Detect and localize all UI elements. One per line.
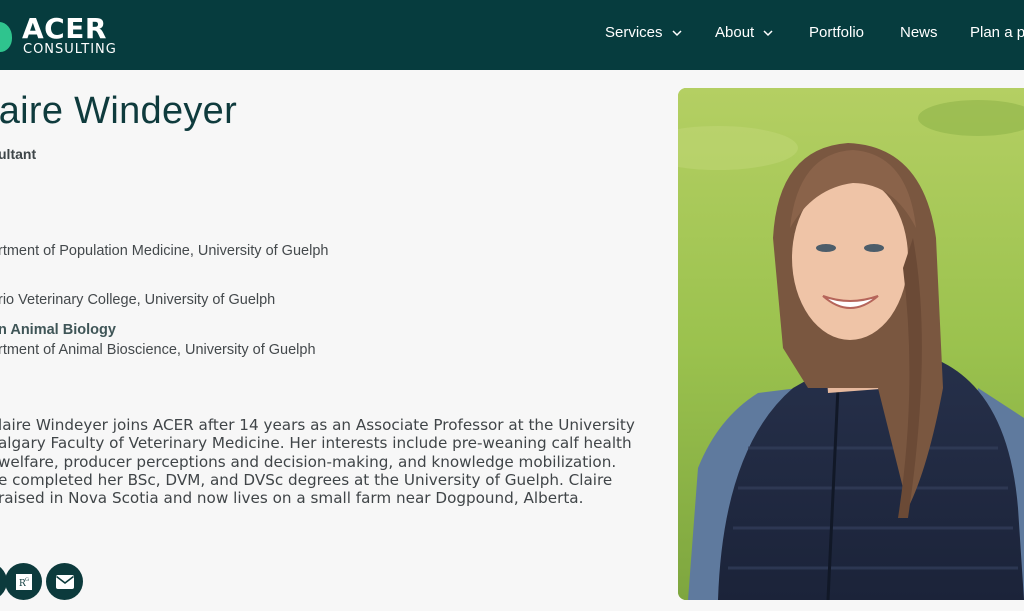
bio-line: welfare, producer perceptions and decisi…: [0, 452, 617, 471]
profile-name: laire Windeyer: [0, 90, 238, 132]
nav-item-services[interactable]: Services: [605, 24, 682, 41]
nav-item-label: News: [900, 24, 938, 41]
nav-item-about[interactable]: About: [715, 24, 773, 41]
chevron-down-icon: [672, 28, 682, 38]
nav-item-label: Plan a p: [970, 24, 1024, 41]
education-degree: n Animal Biology: [0, 322, 116, 338]
researchgate-icon[interactable]: R G: [5, 563, 42, 600]
nav-item-label: Portfolio: [809, 24, 865, 41]
site-header: ACER CONSULTING Services About Portfolio…: [0, 0, 1024, 70]
nav-item-label: About: [715, 24, 755, 41]
bio-line: raised in Nova Scotia and now lives on a…: [0, 489, 584, 508]
chevron-down-icon: [763, 28, 773, 38]
education-item: rio Veterinary College, University of Gu…: [0, 292, 276, 308]
profile-role: ultant: [0, 146, 37, 162]
bio-line: laire Windeyer joins ACER after 14 years…: [0, 416, 635, 434]
education-item: rtment of Animal Bioscience, University …: [0, 342, 316, 358]
email-icon[interactable]: [46, 563, 83, 600]
education-item: rtment of Population Medicine, Universit…: [0, 243, 329, 259]
nav-item-news[interactable]: News: [900, 24, 938, 41]
svg-text:G: G: [25, 577, 29, 583]
nav-item-label: Services: [605, 24, 663, 41]
profile-photo: [678, 88, 1024, 600]
profile-bio: laire Windeyer joins ACER after 14 years…: [0, 416, 648, 507]
nav-item-portfolio[interactable]: Portfolio: [809, 24, 864, 41]
logo-mark-icon: [0, 22, 12, 52]
nav-item-plan[interactable]: Plan a p: [970, 24, 1024, 41]
logo-title: ACER: [22, 12, 107, 45]
bio-line: e completed her BSc, DVM, and DVSc degre…: [0, 470, 613, 489]
bio-line: algary Faculty of Veterinary Medicine. H…: [0, 434, 632, 453]
logo[interactable]: ACER CONSULTING: [0, 10, 126, 62]
logo-subtitle: CONSULTING: [23, 42, 117, 57]
